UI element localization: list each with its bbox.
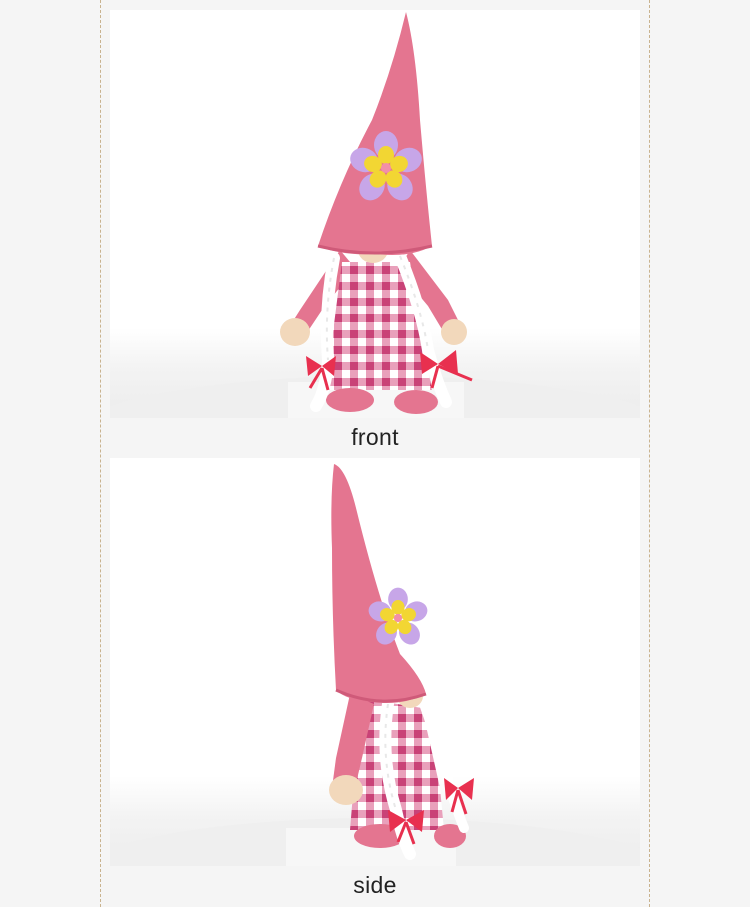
side-caption: side [353, 872, 397, 898]
right-foot [394, 390, 438, 414]
right-hand [441, 319, 467, 345]
left-hand [329, 775, 363, 805]
pink-gnome-side-image [286, 464, 474, 866]
product-detail-page: front side [0, 0, 750, 907]
left-hand [280, 318, 310, 346]
front-view-photo [110, 10, 640, 418]
left-foot [326, 388, 374, 412]
front-caption: front [351, 424, 399, 450]
gnome-hat [331, 464, 426, 703]
right-guide-line [649, 0, 650, 907]
side-view-photo [110, 458, 640, 866]
left-guide-line [100, 0, 101, 907]
gnome-hat [318, 12, 432, 255]
pink-gnome-front-image [280, 12, 473, 418]
